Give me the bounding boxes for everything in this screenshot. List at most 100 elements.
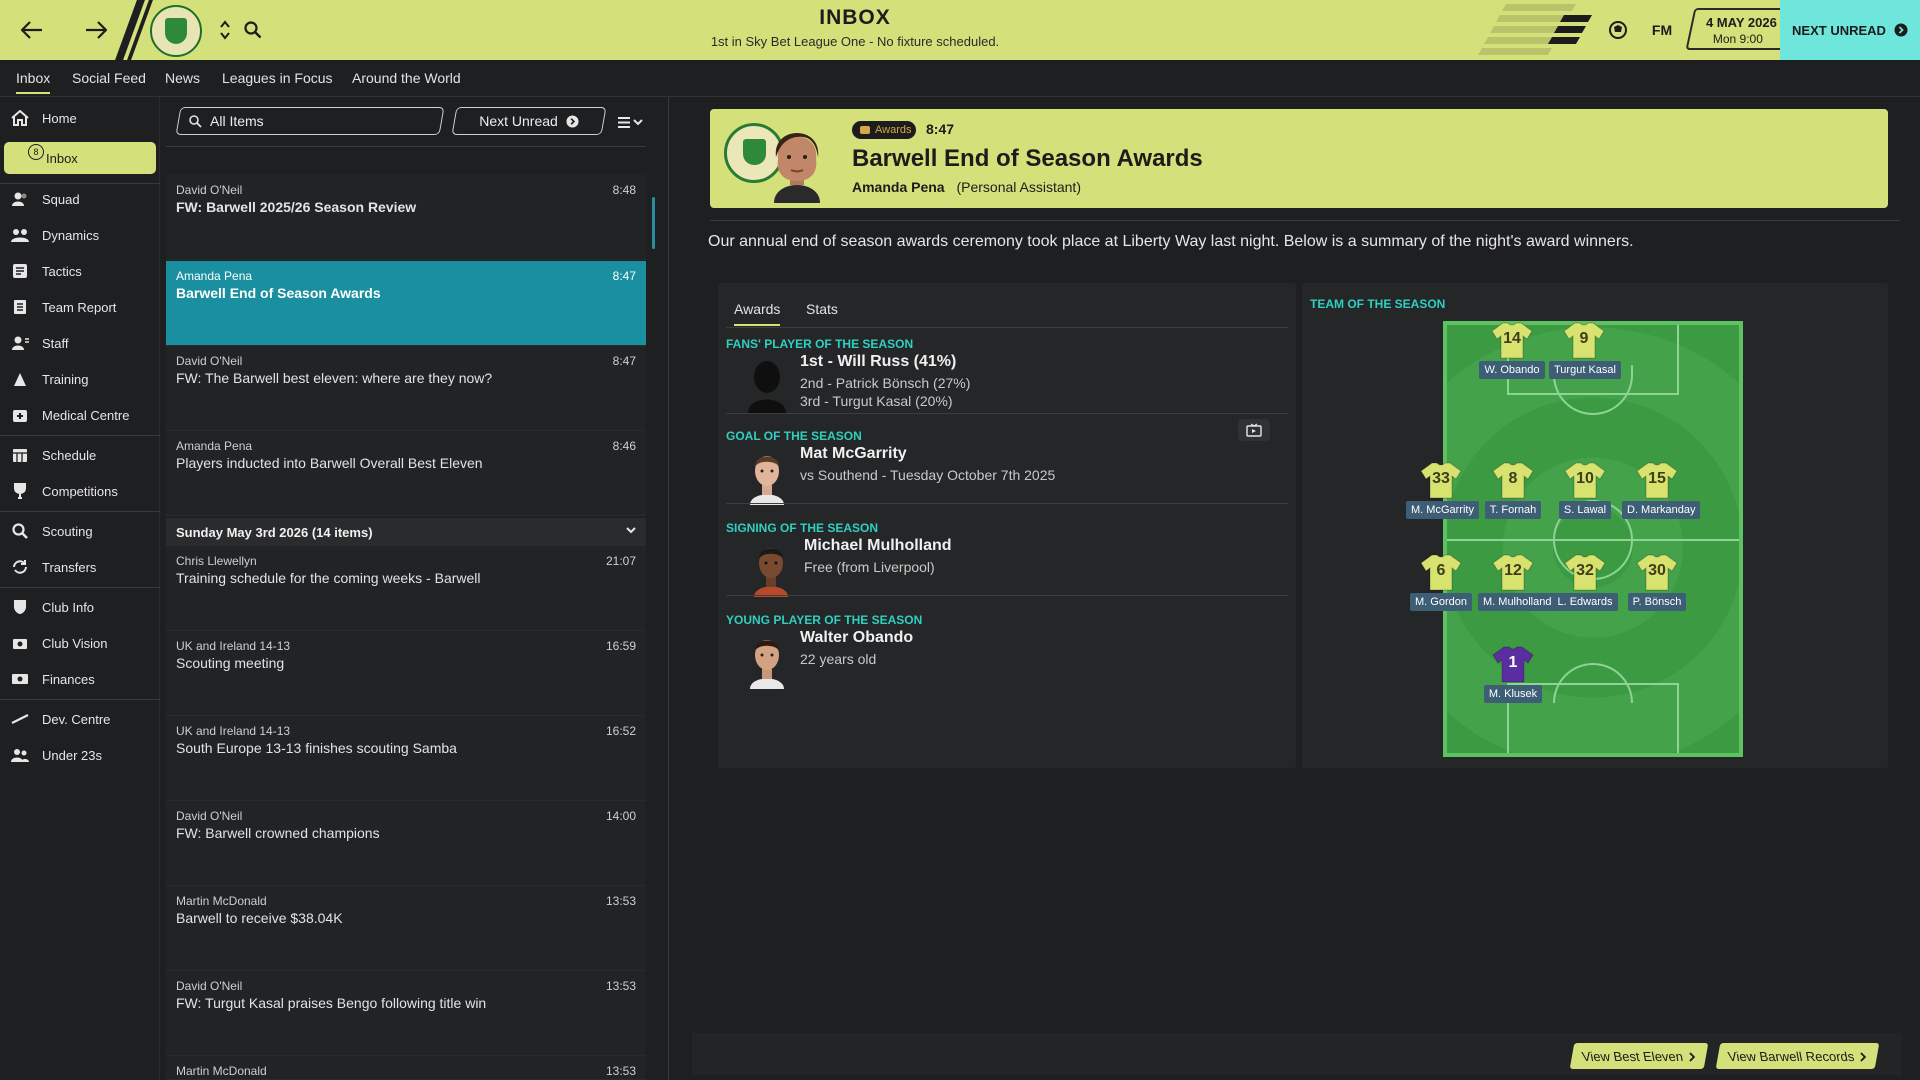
- lineup-player[interactable]: 33 M. McGarrity: [1406, 461, 1479, 519]
- view-best-eleven-button[interactable]: View Best Eleven: [1569, 1043, 1709, 1069]
- award-winner[interactable]: Walter Obando: [800, 629, 913, 647]
- message-sender: UK and Ireland 14-13: [176, 724, 291, 738]
- list-scrollbar[interactable]: [652, 197, 655, 249]
- lineup-player[interactable]: 32 L. Edwards: [1550, 553, 1620, 611]
- sidebar-item-medical-centre[interactable]: Medical Centre: [0, 399, 160, 431]
- message-item[interactable]: UK and Ireland 14-13 16:59 Scouting meet…: [166, 631, 646, 716]
- chevron-down-icon: [633, 118, 643, 125]
- message-item-selected[interactable]: Amanda Pena 8:47 Barwell End of Season A…: [166, 261, 646, 346]
- search-button[interactable]: [238, 12, 268, 48]
- shirt-icon: 9: [1563, 321, 1605, 359]
- lineup-player[interactable]: 14 W. Obando: [1477, 321, 1547, 379]
- message-item[interactable]: David O'Neil 8:48 FW: Barwell 2025/26 Se…: [166, 175, 646, 260]
- sidebar-item-finances[interactable]: Finances: [0, 663, 160, 695]
- sidebar-item-label: Competitions: [42, 483, 118, 499]
- sidebar-item-training[interactable]: Training: [0, 363, 160, 395]
- sidebar-item-scouting[interactable]: Scouting: [0, 515, 160, 547]
- watch-goal-button[interactable]: [1238, 419, 1270, 441]
- button-label: View Best Eleven: [1580, 1048, 1685, 1064]
- shirt-icon: 14: [1491, 321, 1533, 359]
- award-winner[interactable]: Michael Mulholland: [804, 537, 952, 555]
- tab-leagues-in-focus[interactable]: Leagues in Focus: [222, 70, 333, 86]
- tab-inbox[interactable]: Inbox: [16, 70, 51, 94]
- tab-social-feed[interactable]: Social Feed: [72, 70, 146, 86]
- award-winner[interactable]: 1st - Will Russ (41%): [800, 353, 956, 371]
- message-item[interactable]: Chris Llewellyn 21:07 Training schedule …: [166, 546, 646, 631]
- shirt-number: 10: [1576, 470, 1594, 487]
- shirt-icon: 8: [1492, 461, 1534, 499]
- lineup-player[interactable]: 10 S. Lawal: [1550, 461, 1620, 519]
- page-subtitle: 1st in Sky Bet League One - No fixture s…: [710, 34, 1000, 49]
- message-sender-line: Amanda Pena (Personal Assistant): [852, 179, 1081, 195]
- club-crest[interactable]: [150, 5, 202, 57]
- award-caption: FANS' PLAYER OF THE SEASON: [726, 337, 914, 351]
- message-item[interactable]: Martin McDonald 13:53: [166, 1056, 646, 1080]
- chevron-right-circle-icon: [566, 114, 579, 128]
- lineup-player[interactable]: 15 D. Markanday: [1622, 461, 1701, 519]
- forward-button[interactable]: [76, 12, 116, 48]
- filter-dropdown[interactable]: All Items: [175, 107, 445, 135]
- message-subject: Barwell End of Season Awards: [176, 285, 381, 301]
- sidebar-item-schedule[interactable]: Schedule: [0, 439, 160, 471]
- sidebar-item-squad[interactable]: Squad: [0, 183, 160, 215]
- message-item[interactable]: David O'Neil 14:00 FW: Barwell crowned c…: [166, 801, 646, 886]
- next-unread-top-button[interactable]: NEXT UNREAD: [1780, 0, 1920, 60]
- lineup-player[interactable]: 1 M. Klusek: [1478, 645, 1548, 703]
- message-body: Our annual end of season awards ceremony…: [708, 233, 1634, 250]
- back-button[interactable]: [12, 12, 52, 48]
- message-item[interactable]: Martin McDonald 13:53 Barwell to receive…: [166, 886, 646, 971]
- tab-stats[interactable]: Stats: [806, 301, 838, 317]
- sidebar-item-inbox[interactable]: 8 Inbox: [4, 142, 156, 174]
- next-unread-button[interactable]: Next Unread: [451, 107, 607, 135]
- message-subject: FW: The Barwell best eleven: where are t…: [176, 370, 493, 386]
- world-button[interactable]: [1602, 12, 1634, 48]
- training-icon: [10, 370, 30, 388]
- club-switcher[interactable]: [214, 12, 236, 48]
- sort-menu-button[interactable]: [618, 113, 648, 131]
- tab-awards[interactable]: Awards: [734, 301, 781, 326]
- sidebar-item-competitions[interactable]: Competitions: [0, 475, 160, 507]
- lineup-player[interactable]: 30 P. Bönsch: [1622, 553, 1692, 611]
- sender-name[interactable]: Amanda Pena: [852, 179, 945, 195]
- fm-menu-button[interactable]: FM: [1644, 12, 1680, 48]
- message-item[interactable]: UK and Ireland 14-13 16:52 South Europe …: [166, 716, 646, 801]
- sidebar-item-home[interactable]: Home: [0, 102, 160, 134]
- sidebar-item-dynamics[interactable]: Dynamics: [0, 219, 160, 251]
- lineup-player[interactable]: 8 T. Fornah: [1478, 461, 1548, 519]
- sidebar-item-club-vision[interactable]: Club Vision: [0, 627, 160, 659]
- sidebar-item-transfers[interactable]: Transfers: [0, 551, 160, 583]
- player-name: Turgut Kasal: [1549, 361, 1621, 379]
- dynamics-icon: [10, 226, 30, 244]
- message-item[interactable]: Amanda Pena 8:46 Players inducted into B…: [166, 431, 646, 516]
- sidebar-item-label: Tactics: [42, 263, 82, 279]
- sidebar-item-staff[interactable]: Staff: [0, 327, 160, 359]
- sidebar-item-label: Scouting: [42, 523, 93, 539]
- player-name: W. Obando: [1479, 361, 1545, 379]
- sender-role: (Personal Assistant): [956, 179, 1081, 195]
- next-unread-label: NEXT UNREAD: [1792, 22, 1886, 38]
- tab-around-the-world[interactable]: Around the World: [352, 70, 461, 86]
- lineup-player[interactable]: 6 M. Gordon: [1406, 553, 1476, 611]
- shirt-icon: 15: [1636, 461, 1678, 499]
- tab-news[interactable]: News: [165, 70, 200, 86]
- message-time: 8:48: [612, 183, 636, 197]
- shirt-icon: 10: [1564, 461, 1606, 499]
- message-item[interactable]: David O'Neil 8:47 FW: The Barwell best e…: [166, 346, 646, 431]
- sidebar-item-team-report[interactable]: Team Report: [0, 291, 160, 323]
- sidebar-item-club-info[interactable]: Club Info: [0, 591, 160, 623]
- award-caption: SIGNING OF THE SEASON: [726, 521, 879, 535]
- sidebar-item-tactics[interactable]: Tactics: [0, 255, 160, 287]
- lineup-player[interactable]: 9 Turgut Kasal: [1549, 321, 1621, 379]
- message-time: 13:53: [605, 1064, 636, 1078]
- award-winner[interactable]: Mat McGarrity: [800, 445, 907, 463]
- message-header: Awards 8:47 Barwell End of Season Awards…: [710, 109, 1888, 208]
- lineup-player[interactable]: 12 M. Mulholland: [1478, 553, 1557, 611]
- sidebar-item-dev-centre[interactable]: Dev. Centre: [0, 703, 160, 735]
- sidebar-item-under-23s[interactable]: Under 23s: [0, 739, 160, 771]
- day-group-header[interactable]: Sunday May 3rd 2026 (14 items): [166, 518, 646, 546]
- message-item[interactable]: David O'Neil 13:53 FW: Turgut Kasal prai…: [166, 971, 646, 1056]
- sidebar-item-label: Inbox: [46, 150, 78, 166]
- date-display[interactable]: 4 MAY 2026 Mon 9:00: [1685, 8, 1795, 50]
- view-records-button[interactable]: View Barwell Records: [1715, 1043, 1880, 1069]
- current-date: 4 MAY 2026: [1705, 15, 1777, 30]
